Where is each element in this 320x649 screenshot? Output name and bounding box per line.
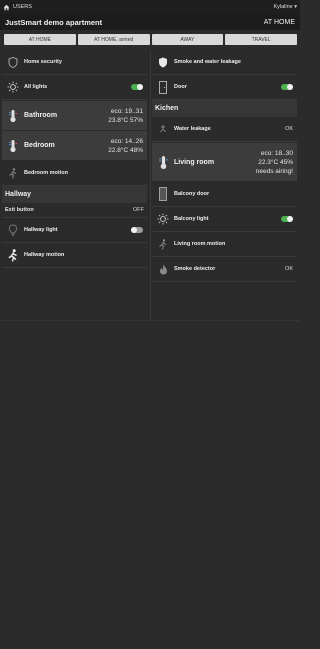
smoke-detector-value: OK — [285, 266, 293, 272]
eco-range: eco: 18..30 — [260, 149, 293, 157]
water-drop-icon — [160, 124, 166, 132]
exit-button-value: OFF — [133, 207, 144, 213]
balcony-door-label: Balcony door — [174, 191, 210, 197]
balcony-door-row[interactable]: Balcony door — [152, 182, 297, 207]
smoke-water-row[interactable]: Smoke and water leakage — [152, 50, 297, 75]
mode-button-at-home-armed[interactable]: AT HOME, armed — [77, 34, 150, 45]
fire-icon — [159, 264, 167, 274]
thermometer-icon — [9, 109, 17, 122]
airing-alert: needs airing! — [255, 167, 293, 175]
climate-reading: 22.8°C 48% — [108, 146, 143, 154]
left-column: Home security All lights Bathroom eco: 1… — [2, 50, 147, 268]
room-name: Living room — [174, 158, 215, 166]
motion-icon — [159, 238, 167, 250]
room-card-bedroom[interactable]: Bedroom eco: 14..26 22.8°C 48% — [2, 131, 147, 160]
column-divider — [150, 50, 151, 320]
balcony-light-row: Balcony light — [152, 207, 297, 232]
users-label: USERS — [13, 4, 32, 10]
all-lights-toggle[interactable] — [131, 84, 143, 90]
apartment-title: JustSmart demo apartment — [5, 17, 103, 27]
living-room-motion-row[interactable]: Living room motion — [152, 232, 297, 257]
light-bulb-icon — [157, 213, 169, 225]
room-card-bathroom[interactable]: Bathroom eco: 19..31 23.8°C 57% — [2, 101, 147, 130]
room-name: Bedroom — [24, 142, 55, 149]
shield-icon — [8, 56, 18, 68]
light-bulb-icon — [7, 81, 19, 93]
smoke-detector-row[interactable]: Smoke detector OK — [152, 257, 297, 282]
current-mode: AT HOME — [263, 18, 295, 26]
home-security-row[interactable]: Home security — [2, 50, 147, 75]
door-icon — [159, 80, 167, 94]
mode-selector: AT HOME AT HOME, armed AWAY TRAVEL — [4, 34, 297, 45]
hallway-light-toggle[interactable] — [131, 227, 143, 233]
motion-icon — [9, 167, 17, 179]
mode-button-away[interactable]: AWAY — [151, 34, 224, 45]
water-leakage-label: Water leakage — [174, 126, 211, 132]
smoke-detector-label: Smoke detector — [174, 266, 216, 272]
door-icon — [159, 187, 167, 201]
climate-reading: 22.3°C 45% — [258, 158, 293, 166]
room-name: Bathroom — [24, 112, 58, 119]
door-row: Door — [152, 75, 297, 100]
water-leakage-value: OK — [285, 126, 293, 132]
home-icon — [3, 4, 10, 10]
shield-icon — [159, 57, 167, 67]
bedroom-motion-label: Bedroom motion — [24, 170, 68, 176]
thermometer-icon — [158, 155, 168, 169]
mode-button-at-home[interactable]: AT HOME — [4, 34, 76, 45]
motion-icon — [8, 248, 17, 262]
hallway-light-row: Hallway light — [2, 218, 147, 243]
section-kitchen: Kichen — [152, 100, 297, 117]
user-menu[interactable]: Kylaline ▾ — [273, 4, 297, 10]
climate-reading: 23.8°C 57% — [108, 116, 143, 124]
home-security-label: Home security — [24, 59, 62, 65]
light-bulb-icon — [8, 224, 18, 236]
user-name: Kylaline — [273, 4, 293, 10]
top-bar: USERS Kylaline ▾ — [0, 0, 300, 14]
eco-range: eco: 14..26 — [110, 137, 143, 145]
hallway-light-label: Hallway light — [24, 227, 58, 233]
door-toggle[interactable] — [281, 84, 293, 90]
right-column: Smoke and water leakage Door Kichen Wate… — [152, 50, 297, 282]
living-room-motion-label: Living room motion — [174, 241, 226, 247]
smoke-water-label: Smoke and water leakage — [174, 59, 241, 65]
hallway-motion-label: Hallway motion — [24, 252, 65, 258]
balcony-light-label: Balcony light — [174, 216, 209, 222]
content-bottom-border — [0, 320, 300, 321]
mode-button-travel[interactable]: TRAVEL — [225, 34, 297, 45]
water-leakage-row[interactable]: Water leakage OK — [152, 117, 297, 142]
all-lights-row: All lights — [2, 75, 147, 100]
all-lights-label: All lights — [24, 84, 48, 90]
users-link[interactable]: USERS — [3, 4, 32, 11]
hallway-motion-row[interactable]: Hallway motion — [2, 243, 147, 268]
balcony-light-toggle[interactable] — [281, 216, 293, 222]
thermometer-icon — [9, 139, 17, 152]
room-card-living-room[interactable]: Living room eco: 18..30 22.3°C 45% needs… — [152, 143, 297, 181]
section-hallway: Hallway — [2, 186, 147, 203]
exit-button-row[interactable]: Exit button OFF — [2, 203, 147, 218]
bedroom-motion-row[interactable]: Bedroom motion — [2, 161, 147, 186]
apartment-header: JustSmart demo apartment AT HOME — [0, 14, 300, 30]
exit-button-label: Exit button — [5, 207, 34, 213]
eco-range: eco: 19..31 — [110, 107, 143, 115]
door-label: Door — [174, 84, 187, 90]
